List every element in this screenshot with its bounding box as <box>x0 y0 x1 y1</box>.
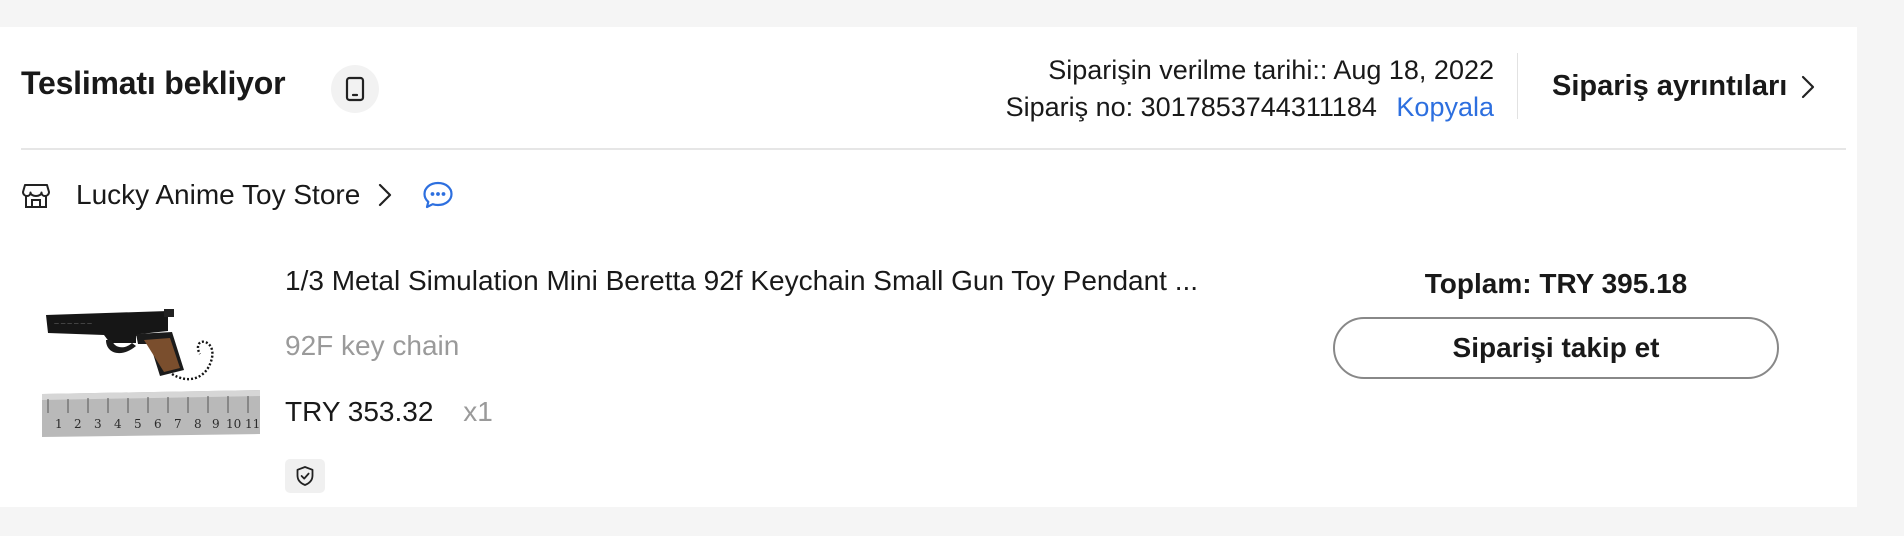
ruler-number: 5 <box>134 417 142 431</box>
order-number-value: 3017853744311184 <box>1140 92 1377 122</box>
product-image[interactable]: 1 2 3 4 5 6 7 8 9 10 11 — — — — — — <box>40 282 262 467</box>
order-number-label: Sipariş no: <box>1005 92 1134 122</box>
ruler-number: 10 <box>226 417 241 431</box>
product-price-line: TRY 353.32 x1 <box>285 398 493 426</box>
device-icon <box>345 76 365 102</box>
store-name-link[interactable]: Lucky Anime Toy Store <box>76 179 360 211</box>
ruler-number: 3 <box>94 417 102 431</box>
store-icon <box>22 184 50 208</box>
store-row: Lucky Anime Toy Store <box>22 175 454 215</box>
product-title-link[interactable]: 1/3 Metal Simulation Mini Beretta 92f Ke… <box>285 267 1198 295</box>
device-button[interactable] <box>331 65 379 113</box>
ruler-number: 7 <box>174 417 182 431</box>
product-price: TRY 353.32 <box>285 396 434 427</box>
order-meta: Siparişin verilme tarihi:: Aug 18, 2022 … <box>1006 52 1494 126</box>
horizontal-divider <box>21 148 1846 150</box>
ruler-number: 6 <box>154 417 162 431</box>
order-details-link[interactable]: Sipariş ayrıntıları <box>1552 72 1815 101</box>
store-chevron-button[interactable] <box>378 183 392 207</box>
chat-icon <box>423 181 453 209</box>
shield-check-icon <box>296 466 314 486</box>
svg-text:— — — — — —: — — — — — — <box>54 321 92 327</box>
order-status-title: Teslimatı bekliyor <box>21 65 286 101</box>
order-date-label: Siparişin verilme tarihi:: <box>1048 55 1328 85</box>
ruler-number: 9 <box>212 417 220 431</box>
chevron-right-icon <box>1802 75 1815 98</box>
order-date-line: Siparişin verilme tarihi:: Aug 18, 2022 <box>1006 52 1494 89</box>
copy-order-number-link[interactable]: Kopyala <box>1396 92 1494 122</box>
chevron-right-icon <box>379 183 392 207</box>
track-order-button[interactable]: Siparişi takip et <box>1333 317 1779 379</box>
vertical-divider <box>1517 53 1518 119</box>
order-details-label: Sipariş ayrıntıları <box>1552 70 1788 102</box>
chat-button[interactable] <box>422 180 454 210</box>
ruler-number: 1 <box>55 417 63 431</box>
order-date-value: Aug 18, 2022 <box>1333 55 1494 85</box>
order-total: Toplam: TRY 395.18 <box>1424 268 1688 299</box>
order-card: Teslimatı bekliyor Siparişin verilme tar… <box>0 27 1857 507</box>
order-number-line: Sipariş no: 3017853744311184 Kopyala <box>1006 89 1494 126</box>
product-quantity: x1 <box>463 396 493 427</box>
product-variant: 92F key chain <box>285 330 460 361</box>
protection-badge[interactable] <box>285 459 325 493</box>
ruler-number: 4 <box>114 417 122 431</box>
ruler-number: 8 <box>194 417 202 431</box>
ruler-number: 2 <box>74 417 82 431</box>
ruler-number: 11 <box>245 417 260 431</box>
